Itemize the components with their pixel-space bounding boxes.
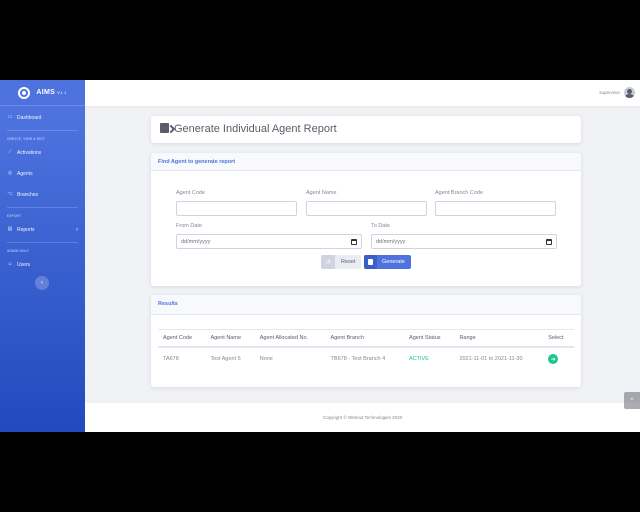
column-header: Agent Status — [404, 329, 455, 348]
generate-button-label: Generate — [382, 259, 405, 265]
cell-select: ➜ — [543, 347, 574, 370]
agent-branch-code-input[interactable] — [435, 201, 556, 216]
from-date-value: dd/mm/yyyy — [181, 238, 211, 245]
select-arrow-button[interactable]: ➜ — [548, 354, 559, 364]
sidebar-heading-create: CREATE, VIEW & EDIT — [7, 137, 45, 141]
to-date-label: To Date — [371, 223, 390, 229]
topbar: supervisor — [85, 80, 640, 106]
cell-agent-branch: TB678 - Test Branch 4 — [330, 356, 386, 362]
column-header: Agent Code — [158, 329, 206, 348]
undo-icon: ↺ — [321, 255, 335, 269]
headset-icon — [18, 86, 31, 99]
sidebar-divider — [7, 242, 78, 243]
chevron-right-icon: › — [76, 226, 78, 233]
column-header: Agent Name — [205, 329, 255, 348]
table-row: TA678 Test Agent 5 None TB678 - Test Bra… — [158, 347, 574, 370]
generate-button[interactable]: Generate — [364, 255, 411, 269]
results-card-header: Results — [151, 295, 581, 315]
sidebar-item-agents[interactable]: ◎ Agents — [0, 163, 85, 184]
sidebar-item-dashboard[interactable]: ▭ Dashboard — [0, 107, 85, 128]
sidebar-item-label: Agents — [17, 170, 33, 177]
sidebar-heading-export: EXPORT — [7, 214, 22, 218]
activations-icon: ⟋ — [8, 149, 12, 155]
eye-icon: ◎ — [7, 170, 13, 176]
dashboard-icon: ▭ — [7, 114, 13, 120]
cell-agent-code: TA678 — [163, 356, 179, 362]
brand[interactable]: AIMS V1.1 — [0, 80, 85, 106]
agent-branch-code-label: Agent Branch Code — [435, 190, 484, 196]
page-title-card: Generate Individual Agent Report — [151, 116, 581, 143]
sidebar-heading-admin: ADMIN ONLY — [7, 249, 29, 253]
agent-name-label: Agent Name — [306, 190, 337, 196]
cell-agent-name: Test Agent 5 — [210, 356, 241, 362]
form-card-header: Find Agent to generate report — [151, 153, 581, 171]
sidebar-item-label: Activations — [17, 149, 42, 156]
from-date-label: From Date — [176, 223, 202, 229]
column-header: Agent Allocated No. — [254, 329, 326, 348]
reset-button[interactable]: ↺ Reset — [321, 255, 361, 269]
users-icon: ☺ — [7, 261, 13, 267]
cell-range: 2021-11-01 to 2021-11-30 — [459, 356, 523, 362]
footer: Copyright © Webout Technologies 2020 — [85, 403, 640, 432]
sidebar-item-reports[interactable]: ▤ Reports › — [0, 219, 85, 240]
sidebar-toggle-button[interactable]: ‹ — [35, 276, 49, 290]
agent-name-input[interactable] — [306, 201, 427, 216]
results-table: Agent Code Agent Name Agent Allocated No… — [158, 329, 574, 370]
sidebar-item-branches[interactable]: ⌥ Branches — [0, 184, 85, 205]
column-header: Range — [454, 329, 544, 348]
column-header: Agent Branch — [325, 329, 405, 348]
agent-code-input[interactable] — [176, 201, 297, 216]
scroll-to-top-button[interactable]: ⌃ — [624, 392, 640, 409]
sidebar-divider — [7, 130, 78, 131]
to-date-value: dd/mm/yyyy — [376, 238, 406, 245]
avatar[interactable] — [624, 87, 635, 98]
results-card: Results Agent Code Agent Name Agent Allo… — [151, 295, 581, 387]
sidebar-item-label: Users — [17, 261, 31, 268]
reset-button-label: Reset — [341, 259, 356, 265]
sidebar-item-activations[interactable]: ⟋ Activations — [0, 142, 85, 163]
page-title: Generate Individual Agent Report — [174, 123, 337, 135]
chevron-up-icon: ⌃ — [629, 397, 635, 405]
to-date-input[interactable]: dd/mm/yyyy — [371, 234, 557, 249]
sidebar-divider — [7, 207, 78, 208]
cell-allocated-no: None — [259, 356, 273, 362]
brand-version: V1.1 — [57, 90, 67, 95]
sidebar-item-users[interactable]: ☺ Users — [0, 254, 85, 275]
chevron-left-icon: ‹ — [41, 280, 43, 286]
sidebar-item-label: Dashboard — [17, 114, 42, 121]
calendar-icon[interactable] — [546, 238, 552, 245]
sidebar-item-label: Reports — [17, 226, 35, 233]
agent-code-label: Agent Code — [176, 190, 206, 196]
reports-icon: ▤ — [7, 226, 13, 232]
user-name[interactable]: supervisor — [599, 90, 620, 95]
sidebar-item-label: Branches — [17, 191, 39, 198]
column-header: Select — [543, 329, 574, 348]
file-export-icon — [160, 123, 169, 133]
sidebar: AIMS V1.1 ▭ Dashboard CREATE, VIEW & EDIT… — [0, 80, 85, 432]
calendar-icon[interactable] — [351, 238, 357, 245]
branch-icon: ⌥ — [7, 191, 13, 197]
app-screen: AIMS V1.1 ▭ Dashboard CREATE, VIEW & EDIT… — [0, 80, 640, 432]
brand-name: AIMS V1.1 — [36, 89, 67, 96]
table-header-row: Agent Code Agent Name Agent Allocated No… — [158, 329, 574, 348]
file-icon — [364, 255, 377, 269]
copyright-text: Copyright © Webout Technologies 2020 — [322, 415, 403, 420]
status-badge: ACTIVE — [409, 356, 429, 362]
from-date-input[interactable]: dd/mm/yyyy — [176, 234, 362, 249]
